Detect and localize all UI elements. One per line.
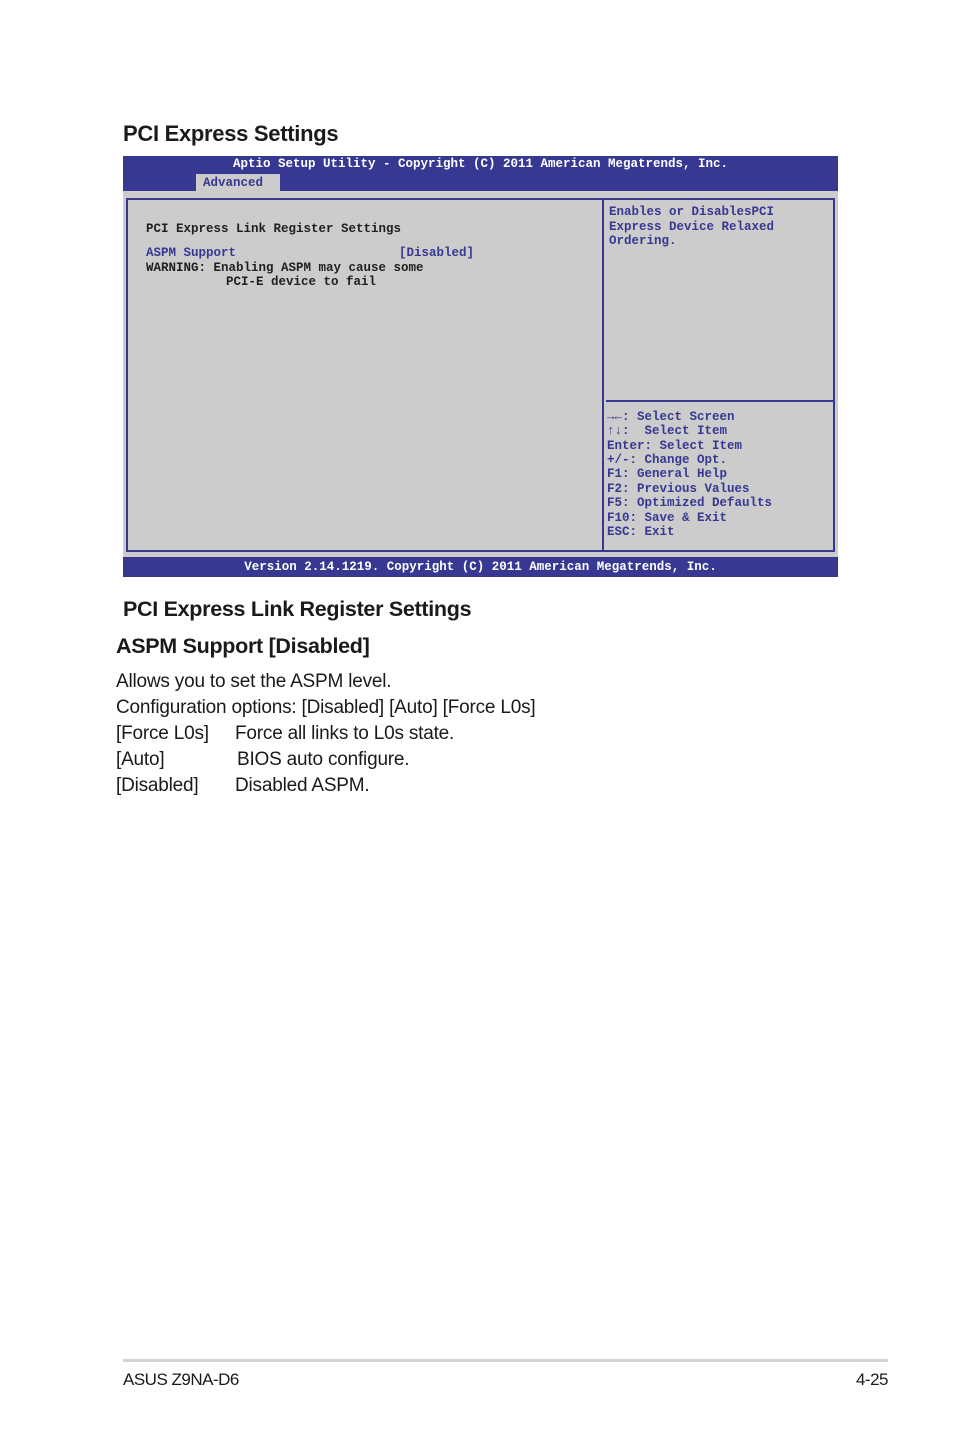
key-legend-select-item: ↑↓: Select Item — [607, 424, 728, 438]
key-legend-f5: F5: Optimized Defaults — [607, 496, 773, 510]
key-legend-enter: Enter: Select Item — [607, 439, 743, 453]
option-desc: Force all links to L0s state. — [235, 723, 455, 744]
bios-header: Aptio Setup Utility - Copyright (C) 2011… — [123, 156, 838, 191]
help-text-line: Enables or DisablesPCI — [609, 205, 775, 219]
config-options: Configuration options: [Disabled] [Auto]… — [116, 697, 536, 718]
key-legend-f10: F10: Save & Exit — [607, 511, 728, 525]
footer-model: ASUS Z9NA-D6 — [123, 1370, 239, 1389]
key-legend-f1: F1: General Help — [607, 467, 728, 481]
key-legend-change-opt: +/-: Change Opt. — [607, 453, 728, 467]
key-legend-f2: F2: Previous Values — [607, 482, 750, 496]
bios-title: Aptio Setup Utility - Copyright (C) 2011… — [232, 157, 729, 171]
setting-title: ASPM Support [Disabled] — [116, 634, 370, 658]
option-name: [Auto] — [116, 749, 165, 770]
bios-footer: Version 2.14.1219. Copyright (C) 2011 Am… — [123, 557, 838, 577]
section-title: PCI Express Settings — [123, 121, 339, 146]
key-legend-select-screen: →←: Select Screen — [607, 410, 735, 424]
aspm-support-value[interactable]: [Disabled] — [399, 246, 474, 260]
key-legend-esc: ESC: Exit — [607, 525, 675, 539]
footer-divider — [123, 1359, 888, 1362]
warning-line-1: WARNING: Enabling ASPM may cause some — [146, 261, 424, 275]
option-desc: Disabled ASPM. — [235, 775, 370, 796]
bios-main-panel: PCI Express Link Register Settings ASPM … — [126, 198, 835, 552]
option-desc: BIOS auto configure. — [237, 749, 410, 770]
setting-intro: Allows you to set the ASPM level. — [116, 671, 392, 692]
warning-line-2: PCI-E device to fail — [226, 275, 377, 289]
option-name: [Force L0s] — [116, 723, 209, 744]
aspm-support-item[interactable]: ASPM Support — [146, 246, 236, 260]
help-text-line: Express Device Relaxed — [609, 220, 775, 234]
bios-screenshot: Aptio Setup Utility - Copyright (C) 2011… — [123, 156, 838, 577]
key-legend-pane: →←: Select Screen ↑↓: Select Item Enter:… — [606, 404, 833, 550]
bios-settings-pane: PCI Express Link Register Settings ASPM … — [128, 200, 604, 550]
help-pane: Enables or DisablesPCI Express Device Re… — [606, 200, 833, 402]
help-text-line: Ordering. — [609, 234, 677, 248]
settings-heading: PCI Express Link Register Settings — [146, 222, 402, 236]
tab-advanced[interactable]: Advanced — [196, 174, 280, 191]
subsection-title: PCI Express Link Register Settings — [123, 597, 472, 621]
footer-page-number: 4-25 — [855, 1370, 889, 1389]
option-name: [Disabled] — [116, 775, 199, 796]
